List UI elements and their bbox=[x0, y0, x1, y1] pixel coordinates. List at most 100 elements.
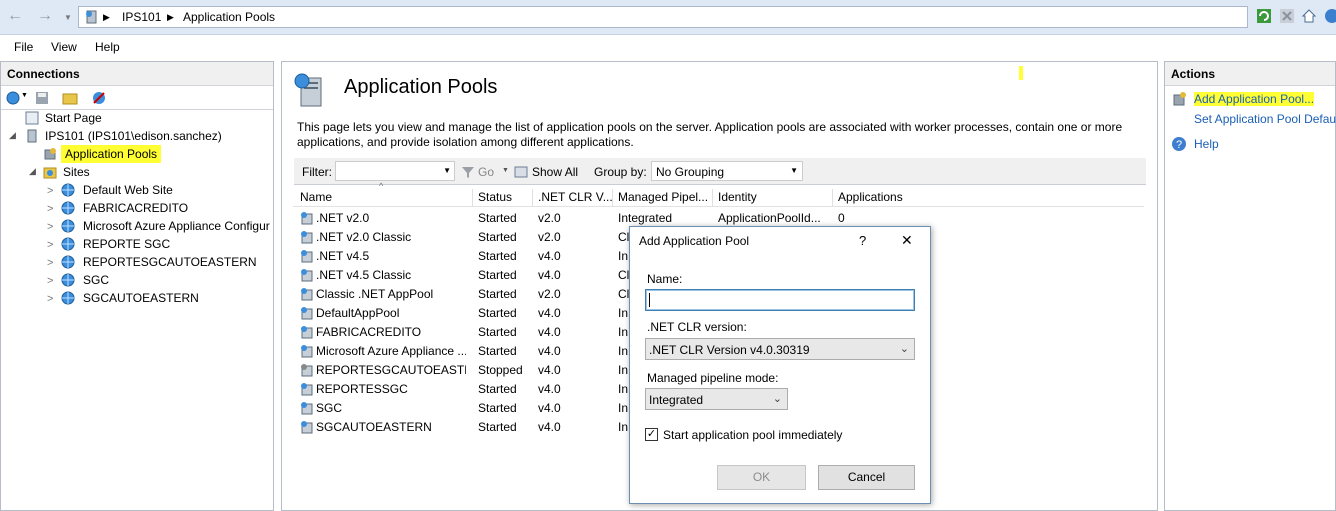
pipeline-mode-select[interactable]: Integrated ⌄ bbox=[645, 388, 788, 410]
go-button[interactable]: Go bbox=[478, 165, 494, 179]
chevron-right-icon[interactable]: > bbox=[47, 275, 53, 287]
add-pool-icon bbox=[1173, 92, 1186, 106]
filter-input[interactable]: ▼ bbox=[335, 161, 455, 181]
chevron-right-icon[interactable]: > bbox=[47, 185, 53, 197]
chevron-right-icon[interactable]: > bbox=[47, 293, 53, 305]
menu-file[interactable]: File bbox=[14, 40, 33, 54]
globe-icon bbox=[61, 291, 75, 305]
tree-label: IPS101 (IPS101\edison.sanchez) bbox=[45, 129, 222, 143]
show-all-button[interactable]: Show All bbox=[532, 165, 578, 179]
app-pool-icon bbox=[301, 421, 313, 434]
cell-clr: v4.0 bbox=[538, 325, 561, 339]
filter-label: Filter: bbox=[302, 165, 332, 179]
cell-name: REPORTESSGC bbox=[316, 382, 408, 396]
cell-clr: v4.0 bbox=[538, 382, 561, 396]
cell-clr: v4.0 bbox=[538, 401, 561, 415]
chevron-down-icon[interactable]: ▼ bbox=[21, 92, 28, 99]
up-folder-icon[interactable] bbox=[62, 90, 78, 106]
cell-status: Started bbox=[478, 249, 517, 263]
dialog-close-button[interactable]: ✕ bbox=[901, 232, 913, 249]
menu-help[interactable]: Help bbox=[95, 40, 120, 54]
chevron-right-icon[interactable]: > bbox=[47, 203, 53, 215]
chevron-down-icon[interactable]: ⌄ bbox=[900, 342, 909, 355]
clr-version-value: .NET CLR Version v4.0.30319 bbox=[649, 343, 810, 357]
actions-title: Actions bbox=[1165, 62, 1335, 86]
actions-panel: Actions Add Application Pool... Set Appl… bbox=[1164, 61, 1336, 511]
start-page-icon bbox=[25, 111, 39, 125]
home-icon[interactable] bbox=[1301, 8, 1317, 24]
chevron-down-icon[interactable]: ▼ bbox=[443, 166, 451, 175]
clr-version-select[interactable]: .NET CLR Version v4.0.30319 ⌄ bbox=[645, 338, 915, 360]
disconnect-icon[interactable] bbox=[91, 90, 107, 106]
cell-pipe: Integrated bbox=[618, 211, 673, 225]
save-icon[interactable] bbox=[34, 90, 50, 106]
address-bar: ← → ▼ ▶ IPS101 ▶ Application Pools bbox=[0, 0, 1336, 35]
text-caret bbox=[649, 293, 650, 307]
forward-icon[interactable]: → bbox=[34, 6, 56, 28]
set-pool-defaults-link[interactable]: Set Application Pool Defau bbox=[1194, 112, 1336, 126]
app-pool-icon bbox=[301, 250, 313, 263]
col-status[interactable]: Status bbox=[473, 189, 533, 207]
chevron-down-icon[interactable]: ⌄ bbox=[773, 392, 782, 405]
iis-server-icon bbox=[86, 10, 97, 24]
name-label: Name: bbox=[647, 272, 683, 286]
help-link[interactable]: Help bbox=[1194, 137, 1219, 151]
col-name[interactable]: Name bbox=[295, 189, 473, 207]
col-applications[interactable]: Applications bbox=[833, 189, 933, 207]
ok-button[interactable]: OK bbox=[717, 465, 806, 490]
breadcrumb[interactable]: ▶ IPS101 ▶ Application Pools bbox=[78, 6, 1248, 28]
add-application-pool-link[interactable]: Add Application Pool... bbox=[1194, 92, 1315, 106]
col-clr-version[interactable]: .NET CLR V... bbox=[533, 189, 613, 207]
chevron-down-icon[interactable]: ▼ bbox=[502, 167, 509, 174]
cell-status: Started bbox=[478, 401, 517, 415]
start-immediately-checkbox[interactable]: ✓ bbox=[645, 428, 658, 441]
chevron-down-icon[interactable]: ▼ bbox=[790, 166, 798, 175]
dialog-help-button[interactable]: ? bbox=[859, 233, 866, 248]
menu-bar: File View Help bbox=[0, 36, 1336, 60]
cancel-button[interactable]: Cancel bbox=[818, 465, 915, 490]
page-description-2: applications, and provide isolation amon… bbox=[297, 135, 634, 149]
cell-clr: v4.0 bbox=[538, 344, 561, 358]
tree-label: SGC bbox=[83, 273, 110, 287]
refresh-icon[interactable] bbox=[1256, 8, 1272, 24]
app-pool-icon bbox=[301, 288, 313, 301]
highlight-mark bbox=[1019, 66, 1023, 80]
breadcrumb-server[interactable]: IPS101 bbox=[122, 10, 161, 24]
col-pipeline[interactable]: Managed Pipel... bbox=[613, 189, 713, 207]
cell-name: SGC bbox=[316, 401, 343, 415]
cell-name: FABRICACREDITO bbox=[316, 325, 422, 339]
tree-label: REPORTE SGC bbox=[83, 237, 171, 251]
chevron-right-icon[interactable]: > bbox=[47, 221, 53, 233]
cell-clr: v4.0 bbox=[538, 363, 561, 377]
chevron-right-icon[interactable]: > bbox=[47, 239, 53, 251]
group-by-select[interactable]: No Grouping ▼ bbox=[651, 161, 803, 181]
chevron-down-icon[interactable]: ◢ bbox=[29, 166, 36, 177]
cell-status: Started bbox=[478, 230, 517, 244]
dialog-title: Add Application Pool bbox=[639, 234, 750, 248]
cell-clr: v4.0 bbox=[538, 249, 561, 263]
back-icon[interactable]: ← bbox=[4, 6, 26, 28]
cell-clr: v2.0 bbox=[538, 211, 561, 225]
pool-name-input[interactable] bbox=[645, 289, 915, 311]
menu-view[interactable]: View bbox=[51, 40, 77, 54]
chevron-down-icon[interactable]: ◢ bbox=[9, 130, 16, 141]
connections-panel: Connections ▼ Start Page ◢ IPS101 (IPS10… bbox=[0, 61, 274, 511]
breadcrumb-page[interactable]: Application Pools bbox=[183, 10, 275, 24]
app-pool-icon bbox=[301, 364, 313, 377]
connections-title: Connections bbox=[1, 62, 273, 86]
history-dropdown-icon[interactable]: ▼ bbox=[64, 13, 72, 22]
tree-label: Sites bbox=[63, 165, 90, 179]
connect-globe-icon[interactable] bbox=[5, 90, 21, 106]
help-icon: ? bbox=[1172, 137, 1186, 151]
app-pool-icon bbox=[301, 231, 313, 244]
globe-icon bbox=[61, 237, 75, 251]
stop-icon[interactable] bbox=[1279, 8, 1295, 24]
show-all-icon bbox=[514, 166, 528, 178]
chevron-right-icon[interactable]: > bbox=[47, 257, 53, 269]
cell-name: .NET v2.0 Classic bbox=[316, 230, 412, 244]
filter-funnel-icon bbox=[462, 167, 474, 178]
start-immediately-label: Start application pool immediately bbox=[663, 428, 843, 442]
col-identity[interactable]: Identity bbox=[713, 189, 833, 207]
cell-status: Started bbox=[478, 325, 517, 339]
help-icon[interactable] bbox=[1324, 8, 1336, 24]
